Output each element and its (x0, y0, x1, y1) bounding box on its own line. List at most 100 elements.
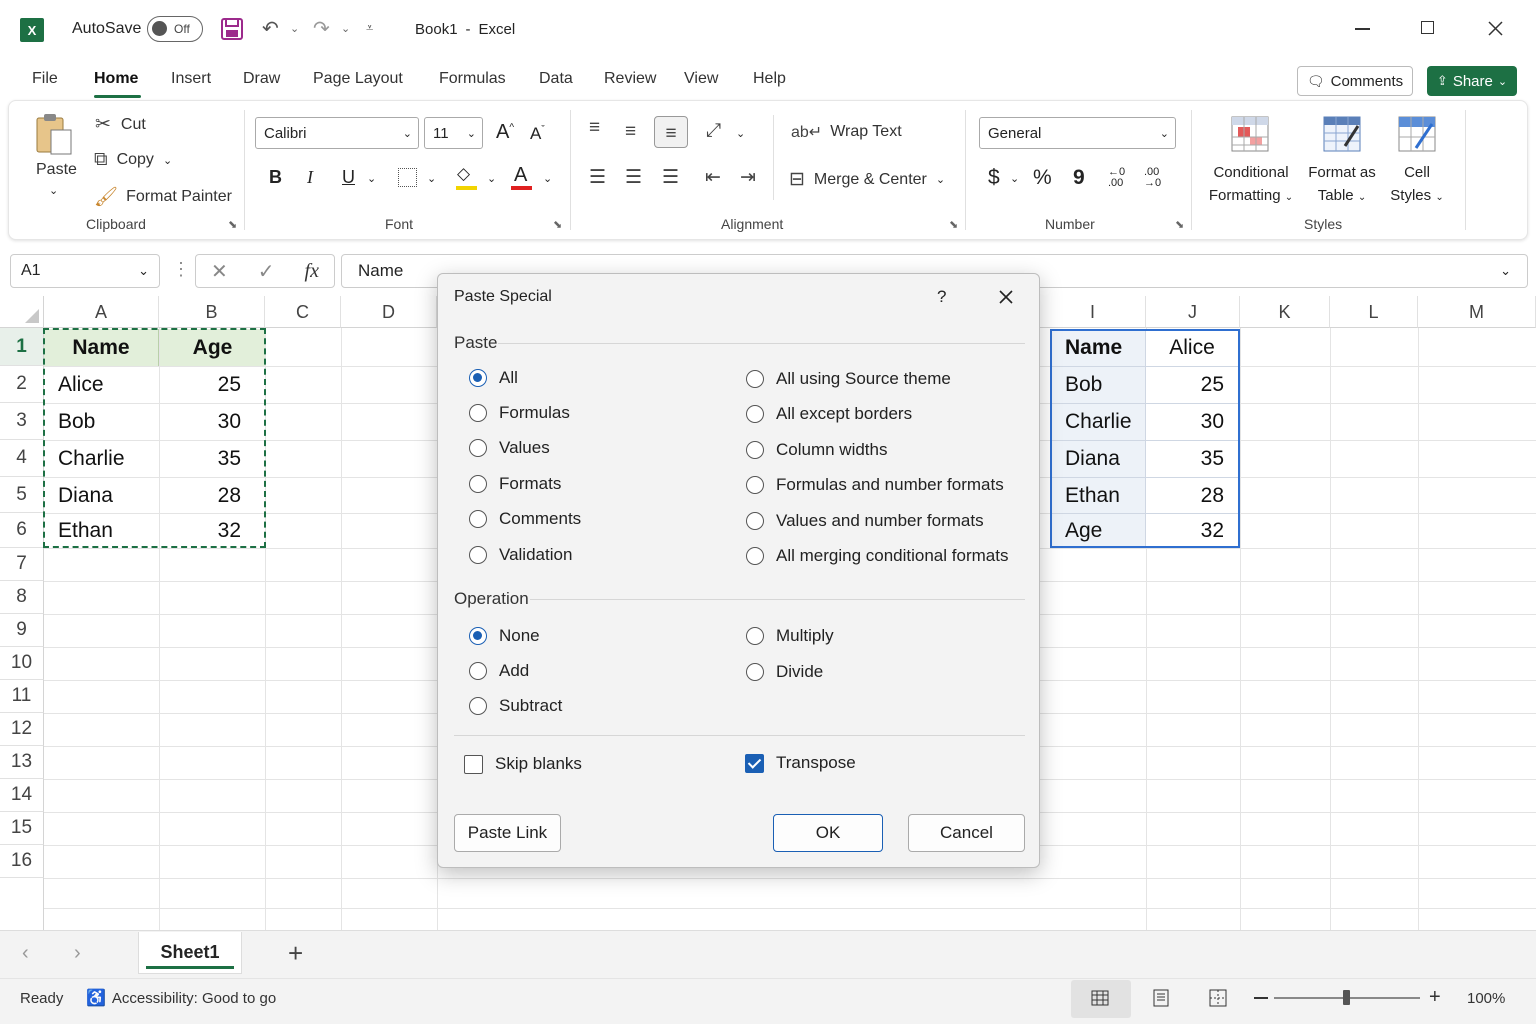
shrink-font-button[interactable]: Aˇ (530, 124, 545, 144)
row-header-10[interactable]: 10 (0, 647, 44, 680)
tab-page-layout[interactable]: Page Layout (313, 70, 403, 88)
cancel-button[interactable]: Cancel (908, 814, 1025, 852)
paste-option-except-borders[interactable]: All except borders (746, 404, 912, 424)
help-button[interactable]: ? (937, 287, 946, 307)
decrease-indent-icon[interactable]: ⇤ (705, 166, 721, 189)
paste-option-formats[interactable]: Formats (469, 474, 561, 494)
column-header-a[interactable]: A (44, 296, 159, 328)
undo-dropdown-icon[interactable]: ⌄ (290, 22, 299, 35)
accessibility-status[interactable]: ♿ Accessibility: Good to go (86, 988, 276, 1008)
ok-button[interactable]: OK (773, 814, 883, 852)
wrap-text-button[interactable]: ab↵ Wrap Text (791, 122, 902, 142)
expand-formula-bar-icon[interactable]: ⌄ (1500, 263, 1511, 279)
font-size-select[interactable]: 11 ⌄ (424, 117, 483, 149)
tab-draw[interactable]: Draw (243, 70, 280, 88)
font-name-select[interactable]: Calibri ⌄ (255, 117, 419, 149)
font-color-button[interactable]: A (514, 164, 527, 187)
cancel-edit-icon[interactable]: ✕ (211, 259, 228, 284)
alignment-launcher-icon[interactable]: ⬊ (949, 218, 958, 231)
close-window-icon[interactable] (1488, 21, 1503, 36)
redo-icon[interactable]: ↷ (313, 16, 330, 41)
paste-option-comments[interactable]: Comments (469, 509, 581, 529)
operation-subtract[interactable]: Subtract (469, 696, 562, 716)
column-header-b[interactable]: B (159, 296, 265, 328)
select-all-corner[interactable] (0, 296, 44, 328)
cut-button[interactable]: ✂ Cut (95, 113, 146, 136)
confirm-edit-icon[interactable]: ✓ (258, 259, 275, 284)
transpose-checkbox[interactable]: Transpose (745, 753, 856, 773)
paste-option-column-widths[interactable]: Column widths (746, 440, 888, 460)
paste-option-values-number-formats[interactable]: Values and number formats (746, 511, 984, 531)
conditional-formatting-icon[interactable] (1231, 116, 1269, 152)
zoom-out-icon[interactable] (1254, 997, 1268, 999)
row-header-14[interactable]: 14 (0, 779, 44, 812)
column-header-d[interactable]: D (341, 296, 437, 328)
column-header-l[interactable]: L (1330, 296, 1418, 328)
row-header-12[interactable]: 12 (0, 713, 44, 746)
decrease-decimal-button[interactable]: .00 →0 (1144, 167, 1168, 189)
minimize-icon[interactable] (1355, 28, 1370, 30)
paste-option-all[interactable]: All (469, 368, 518, 388)
orientation-dropdown-icon[interactable]: ⌄ (736, 127, 745, 140)
row-header-15[interactable]: 15 (0, 812, 44, 845)
row-header-9[interactable]: 9 (0, 614, 44, 647)
align-bottom-icon[interactable]: ≡ (654, 116, 688, 148)
borders-icon[interactable] (398, 168, 417, 187)
cell-styles-button[interactable]: Cell Styles ⌄ (1385, 161, 1449, 209)
cell-styles-icon[interactable] (1398, 116, 1436, 152)
page-break-view-icon[interactable] (1209, 989, 1227, 1007)
align-middle-icon[interactable]: ≡ (625, 121, 636, 143)
column-header-c[interactable]: C (265, 296, 341, 328)
column-header-m[interactable]: M (1418, 296, 1536, 328)
currency-dropdown-icon[interactable]: ⌄ (1010, 172, 1019, 185)
scroll-sheets-left-icon[interactable]: ‹ (22, 942, 29, 965)
paste-option-formulas[interactable]: Formulas (469, 403, 570, 423)
row-header-1[interactable]: 1 (0, 328, 44, 366)
format-as-table-button[interactable]: Format as Table ⌄ (1302, 161, 1382, 209)
paste-option-formulas-number-formats[interactable]: Formulas and number formats (746, 475, 1004, 495)
column-header-i[interactable]: I (1040, 296, 1146, 328)
add-sheet-button[interactable]: + (288, 938, 303, 969)
underline-button[interactable]: U (342, 167, 355, 188)
fill-color-dropdown-icon[interactable]: ⌄ (487, 172, 496, 185)
grow-font-button[interactable]: A^ (496, 121, 514, 144)
align-center-icon[interactable]: ☰ (625, 166, 642, 189)
row-header-5[interactable]: 5 (0, 477, 44, 513)
paste-option-merging-conditional[interactable]: All merging conditional formats (746, 546, 1008, 566)
increase-decimal-button[interactable]: ←0 .00 (1108, 167, 1132, 189)
font-launcher-icon[interactable]: ⬊ (553, 218, 562, 231)
font-color-dropdown-icon[interactable]: ⌄ (543, 172, 552, 185)
paste-option-validation[interactable]: Validation (469, 545, 572, 565)
paste-link-button[interactable]: Paste Link (454, 814, 561, 852)
autosave-toggle[interactable]: Off (147, 16, 203, 42)
row-header-3[interactable]: 3 (0, 403, 44, 440)
row-header-13[interactable]: 13 (0, 746, 44, 779)
operation-add[interactable]: Add (469, 661, 529, 681)
comma-button[interactable]: 9 (1073, 166, 1085, 190)
clipboard-launcher-icon[interactable]: ⬊ (228, 218, 237, 231)
comments-button[interactable]: 🗨 Comments (1297, 66, 1413, 96)
row-header-16[interactable]: 16 (0, 845, 44, 878)
operation-divide[interactable]: Divide (746, 662, 823, 682)
normal-view-icon[interactable] (1091, 990, 1109, 1006)
paste-dropdown-icon[interactable]: ⌄ (49, 184, 58, 197)
bold-button[interactable]: B (269, 167, 282, 188)
page-layout-view-icon[interactable] (1152, 989, 1170, 1007)
zoom-slider-thumb[interactable] (1343, 990, 1350, 1005)
more-options-icon[interactable]: ⋮ (172, 259, 190, 280)
align-top-icon[interactable]: ≡ (589, 117, 600, 139)
paste-option-source-theme[interactable]: All using Source theme (746, 369, 951, 389)
operation-multiply[interactable]: Multiply (746, 626, 834, 646)
format-as-table-icon[interactable] (1323, 116, 1361, 152)
paste-button[interactable] (33, 112, 77, 162)
format-painter-button[interactable]: 🖌 Format Painter (94, 185, 232, 209)
align-left-icon[interactable]: ☰ (589, 166, 606, 189)
percent-button[interactable]: % (1033, 166, 1052, 190)
row-header-11[interactable]: 11 (0, 680, 44, 713)
row-header-7[interactable]: 7 (0, 548, 44, 581)
number-launcher-icon[interactable]: ⬊ (1175, 218, 1184, 231)
save-icon[interactable] (220, 17, 244, 41)
zoom-level[interactable]: 100% (1467, 990, 1505, 1007)
merge-center-button[interactable]: ⊟ Merge & Center ⌄ (789, 168, 945, 191)
redo-dropdown-icon[interactable]: ⌄ (341, 22, 350, 35)
